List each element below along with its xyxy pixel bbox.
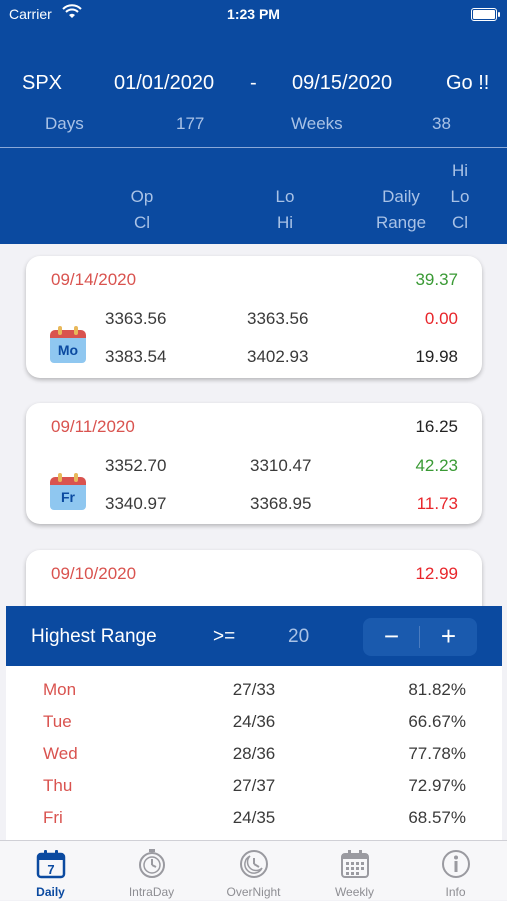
card-date: 09/10/2020 bbox=[51, 564, 137, 583]
low-value: 3363.56 bbox=[247, 309, 309, 328]
daily-range-value: 16.25 bbox=[415, 417, 458, 436]
tab-info[interactable]: Info bbox=[405, 841, 506, 901]
day-card[interactable]: 09/14/2020 39.37 Mo 3363.56 3363.56 0.00… bbox=[26, 256, 482, 378]
range-threshold-value: 20 bbox=[288, 626, 310, 647]
weekday-stat-row: Thu 27/37 72.97% bbox=[6, 776, 502, 808]
header: Carrier 1:23 PM SPX 01/01/2020 - 09/15/2… bbox=[0, 0, 507, 244]
status-time: 1:23 PM bbox=[227, 6, 280, 22]
calendar-icon: Fr bbox=[50, 473, 86, 511]
tab-label: OverNight bbox=[226, 885, 281, 899]
tab-daily[interactable]: 7 Daily bbox=[0, 841, 101, 901]
close-value: 3383.54 bbox=[105, 347, 167, 366]
info-icon bbox=[442, 850, 470, 878]
column-hi-lo-cl: Hi Lo Cl bbox=[450, 161, 470, 232]
card-date: 09/14/2020 bbox=[51, 270, 137, 289]
tab-label: Info bbox=[445, 885, 466, 899]
tab-bar: 7 Daily IntraDay OverNight Weekly Info bbox=[0, 840, 507, 900]
tab-weekly[interactable]: Weekly bbox=[304, 841, 405, 901]
days-value: 177 bbox=[176, 114, 205, 133]
date-separator: - bbox=[250, 72, 257, 94]
go-button[interactable]: Go !! bbox=[446, 72, 489, 95]
battery-icon bbox=[471, 8, 500, 21]
hit-percent: 68.57% bbox=[408, 808, 466, 827]
close-diff-value: 19.98 bbox=[415, 347, 458, 366]
open-value: 3363.56 bbox=[105, 309, 167, 328]
lo-open-value: 0.00 bbox=[424, 309, 458, 328]
column-open-close: Op Cl bbox=[130, 187, 154, 232]
card-date: 09/11/2020 bbox=[51, 417, 135, 436]
status-bar: Carrier 1:23 PM bbox=[0, 0, 507, 30]
weekly-calendar-icon bbox=[341, 850, 369, 878]
weekday-stat-row: Tue 24/36 66.67% bbox=[6, 712, 502, 744]
weekday-stat-row: Wed 28/36 77.78% bbox=[6, 744, 502, 776]
hit-percent: 77.78% bbox=[408, 744, 466, 763]
increment-button[interactable]: + bbox=[420, 618, 477, 656]
days-label: Days bbox=[45, 114, 84, 133]
range-operator: >= bbox=[213, 626, 236, 647]
svg-text:7: 7 bbox=[47, 862, 54, 877]
threshold-stepper[interactable]: − + bbox=[363, 618, 477, 656]
header-divider bbox=[0, 147, 507, 148]
calendar-icon: 7 bbox=[36, 850, 66, 879]
weekday-stat-row: Fri 24/35 68.57% bbox=[6, 808, 502, 840]
symbol-selector[interactable]: SPX bbox=[22, 72, 62, 95]
hi-open-value: 42.23 bbox=[415, 456, 458, 475]
weeks-label: Weeks bbox=[291, 114, 343, 133]
tab-label: IntraDay bbox=[128, 885, 175, 899]
timer-icon bbox=[139, 849, 165, 878]
lo-close-value: 11.73 bbox=[416, 494, 458, 513]
night-clock-icon bbox=[240, 850, 268, 878]
highest-range-panel: Highest Range >= 20 − + Mon 27/33 81.82%… bbox=[6, 606, 502, 840]
decrement-button[interactable]: − bbox=[363, 618, 420, 656]
tab-overnight[interactable]: OverNight bbox=[203, 841, 304, 901]
hit-percent: 81.82% bbox=[408, 680, 466, 699]
hit-percent: 66.67% bbox=[408, 712, 466, 731]
weekday-stat-row: Mon 27/33 81.82% bbox=[6, 680, 502, 712]
tab-intraday[interactable]: IntraDay bbox=[101, 841, 202, 901]
weeks-value: 38 bbox=[432, 114, 451, 133]
daily-range-value: 12.99 bbox=[415, 564, 458, 583]
highest-range-title: Highest Range bbox=[31, 626, 157, 647]
calendar-icon: Mo bbox=[50, 326, 86, 364]
high-value: 3368.95 bbox=[250, 494, 312, 513]
high-value: 3402.93 bbox=[247, 347, 309, 366]
day-card[interactable]: 09/11/2020 16.25 Fr 3352.70 3310.47 42.2… bbox=[26, 403, 482, 524]
start-date-field[interactable]: 01/01/2020 bbox=[114, 72, 214, 95]
column-daily-range: Daily Range bbox=[375, 187, 427, 232]
tab-label: Weekly bbox=[334, 885, 375, 899]
highest-range-bar: Highest Range >= 20 − + bbox=[6, 606, 502, 666]
tab-label: Daily bbox=[36, 885, 65, 899]
close-value: 3340.97 bbox=[105, 494, 167, 513]
hi-open-value: 39.37 bbox=[415, 270, 458, 289]
open-value: 3352.70 bbox=[105, 456, 167, 475]
column-low-high: Lo Hi bbox=[275, 187, 295, 232]
end-date-field[interactable]: 09/15/2020 bbox=[292, 72, 392, 95]
low-value: 3310.47 bbox=[250, 456, 312, 475]
weekday-badge: Mo bbox=[50, 338, 86, 363]
hit-percent: 72.97% bbox=[408, 776, 466, 795]
weekday-badge: Fr bbox=[50, 485, 86, 510]
